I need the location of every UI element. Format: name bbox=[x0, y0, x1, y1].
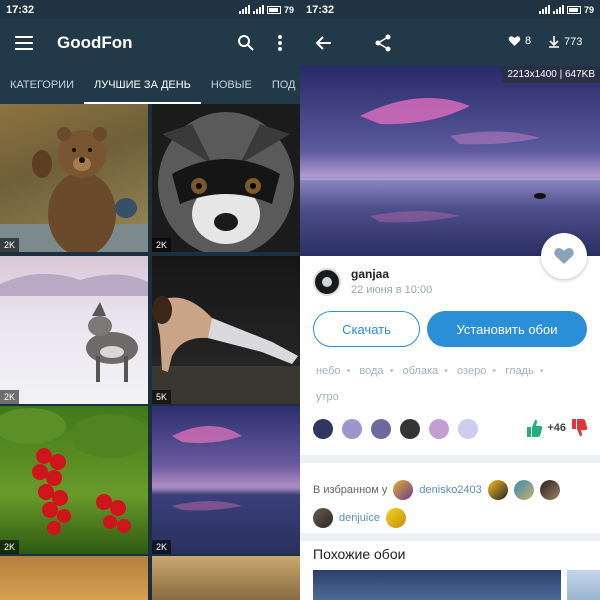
wallpaper-tile-berries[interactable]: 2K bbox=[0, 406, 148, 554]
heart-icon bbox=[508, 36, 521, 46]
resolution-badge: 2K bbox=[0, 390, 20, 404]
color-swatch[interactable] bbox=[371, 419, 391, 439]
resolution-badge: 2K bbox=[0, 540, 20, 554]
favorited-by-label: В избранном у bbox=[313, 484, 388, 496]
favorited-by: В избранном у denisko2403 denjuice bbox=[313, 476, 593, 532]
battery-icon bbox=[566, 5, 581, 14]
likes-count: 8 bbox=[525, 35, 532, 47]
search-icon[interactable] bbox=[234, 31, 258, 55]
avatar bbox=[313, 267, 341, 296]
battery-icon bbox=[266, 5, 281, 14]
menu-icon[interactable] bbox=[15, 35, 33, 50]
signal-icon-2 bbox=[552, 5, 564, 14]
tab-categories[interactable]: КАТЕГОРИИ bbox=[0, 66, 84, 104]
detail-toolbar: 8 773 bbox=[300, 19, 600, 66]
signal-icon bbox=[538, 5, 550, 14]
thumbs-up-icon[interactable] bbox=[525, 418, 543, 438]
color-swatch[interactable] bbox=[400, 419, 420, 439]
wallpaper-preview[interactable]: 2213x1400 | 647KB bbox=[300, 66, 600, 256]
likes-counter[interactable]: 8 bbox=[508, 35, 531, 47]
upload-date: 22 июня в 10:00 bbox=[351, 284, 433, 296]
resolution-badge: 2K bbox=[152, 540, 172, 554]
tag[interactable]: гладь bbox=[505, 358, 533, 384]
avatar[interactable] bbox=[385, 508, 406, 528]
status-time: 17:32 bbox=[6, 3, 35, 16]
section-divider bbox=[300, 533, 600, 541]
resolution-badge: 5K bbox=[152, 390, 172, 404]
downloads-counter: 773 bbox=[548, 35, 582, 48]
app-bar: GoodFon bbox=[0, 19, 300, 66]
gallery-screen: 17:32 79 GoodFon КАТЕГОРИИ ЛУЧШИЕ ЗА ДЕН… bbox=[0, 0, 300, 600]
battery-level: 79 bbox=[583, 4, 594, 15]
color-swatch[interactable] bbox=[313, 419, 333, 439]
fitness-image bbox=[152, 296, 300, 404]
share-icon[interactable] bbox=[371, 31, 395, 55]
favorite-button[interactable] bbox=[541, 233, 587, 279]
similar-wallpapers-title: Похожие обои bbox=[313, 546, 406, 562]
status-bar: 17:32 79 bbox=[300, 0, 600, 19]
download-button[interactable]: Скачать bbox=[313, 311, 420, 347]
image-info-badge: 2213x1400 | 647KB bbox=[502, 66, 600, 83]
status-bar: 17:32 79 bbox=[0, 0, 300, 19]
set-wallpaper-button[interactable]: Установить обои bbox=[427, 311, 587, 347]
tag-list: небо • вода • облака • озеро • гладь • утро bbox=[316, 358, 586, 410]
wallpaper-tile-autumn[interactable] bbox=[0, 556, 148, 600]
battery-level: 79 bbox=[283, 4, 294, 15]
category-tabs: КАТЕГОРИИ ЛУЧШИЕ ЗА ДЕНЬ НОВЫЕ ПОД bbox=[0, 66, 300, 104]
bear-image bbox=[0, 127, 148, 252]
similar-wallpaper-thumb[interactable] bbox=[567, 570, 600, 600]
rating-value: +46 bbox=[547, 422, 566, 434]
avatar[interactable] bbox=[487, 480, 508, 500]
color-swatch[interactable] bbox=[342, 419, 362, 439]
lake-sunrise-image bbox=[300, 66, 600, 256]
wolf-image bbox=[0, 273, 148, 382]
signal-icon-2 bbox=[252, 5, 264, 14]
similar-wallpaper-thumb[interactable] bbox=[313, 570, 561, 600]
raccoon-image bbox=[158, 112, 294, 252]
wallpaper-tile-lake[interactable]: 2K bbox=[152, 406, 300, 554]
signal-icon bbox=[238, 5, 250, 14]
user-link[interactable]: denjuice bbox=[339, 512, 380, 524]
wallpaper-detail-screen: 17:32 79 8 773 2213x1400 | 647KB ganjaa … bbox=[300, 0, 600, 600]
tag[interactable]: вода bbox=[359, 358, 383, 384]
tag[interactable]: утро bbox=[316, 384, 339, 410]
more-vertical-icon[interactable] bbox=[268, 31, 292, 55]
status-time: 17:32 bbox=[306, 3, 335, 16]
wallpaper-tile-bear[interactable]: 2K bbox=[0, 104, 148, 252]
back-arrow-icon[interactable] bbox=[312, 31, 336, 55]
lake-image bbox=[152, 426, 300, 511]
download-icon bbox=[549, 36, 559, 48]
berries-image bbox=[0, 408, 148, 535]
avatar[interactable] bbox=[539, 480, 560, 500]
color-palette bbox=[313, 419, 478, 439]
color-swatch[interactable] bbox=[429, 419, 449, 439]
wallpaper-tile-raccoon[interactable]: 2K bbox=[152, 104, 300, 252]
color-swatch[interactable] bbox=[458, 419, 478, 439]
app-title: GoodFon bbox=[57, 32, 133, 52]
rating: +46 bbox=[525, 418, 588, 438]
tag[interactable]: облака bbox=[402, 358, 438, 384]
avatar[interactable] bbox=[313, 508, 333, 528]
tag[interactable]: небо bbox=[316, 358, 341, 384]
tag[interactable]: озеро bbox=[457, 358, 486, 384]
downloads-count: 773 bbox=[564, 35, 583, 48]
user-link[interactable]: denisko2403 bbox=[419, 484, 481, 496]
tab-new[interactable]: НОВЫЕ bbox=[201, 66, 262, 104]
thumbs-down-icon[interactable] bbox=[570, 418, 588, 438]
author-info[interactable]: ganjaa 22 июня в 10:00 bbox=[313, 267, 432, 296]
tab-more[interactable]: ПОД bbox=[262, 66, 300, 104]
resolution-badge: 2K bbox=[0, 238, 20, 252]
author-name: ganjaa bbox=[351, 267, 390, 281]
tab-best-of-day[interactable]: ЛУЧШИЕ ЗА ДЕНЬ bbox=[84, 66, 201, 104]
heart-icon bbox=[554, 248, 574, 264]
wallpaper-tile-wolf[interactable]: 2K bbox=[0, 256, 148, 404]
wallpaper-tile-birds[interactable] bbox=[152, 556, 300, 600]
resolution-badge: 2K bbox=[152, 238, 172, 252]
avatar[interactable] bbox=[513, 480, 534, 500]
section-divider bbox=[300, 455, 600, 463]
avatar[interactable] bbox=[393, 480, 414, 500]
wallpaper-tile-fitness[interactable]: 5K bbox=[152, 256, 300, 404]
